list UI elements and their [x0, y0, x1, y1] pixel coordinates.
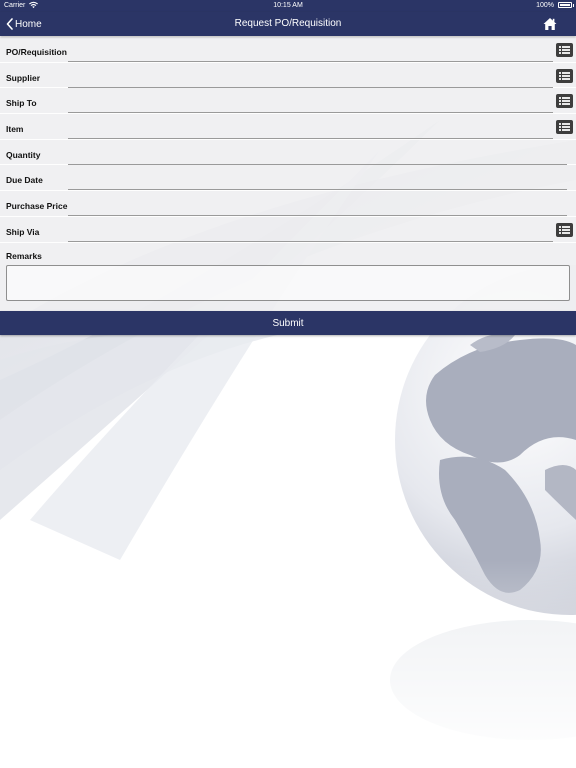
po-requisition-picker-button[interactable]: [556, 43, 573, 57]
ship-to-input[interactable]: [68, 92, 553, 114]
due-date-input[interactable]: [68, 169, 567, 191]
list-icon: [559, 97, 570, 106]
purchase-price-input[interactable]: [68, 195, 567, 217]
item-input[interactable]: [68, 118, 553, 140]
ship-via-input[interactable]: [68, 220, 553, 242]
battery-percentage: 100%: [536, 2, 554, 9]
item-picker-button[interactable]: [556, 120, 573, 135]
po-requisition-input[interactable]: [68, 41, 553, 62]
submit-button[interactable]: Submit: [0, 311, 576, 335]
list-icon: [559, 46, 570, 54]
list-icon: [559, 225, 570, 234]
supplier-picker-button[interactable]: [556, 68, 573, 83]
requisition-form: PO/Requisition Supplier Ship To Item Qua…: [0, 37, 576, 315]
remarks-textarea[interactable]: [6, 264, 570, 301]
field-label-item: Item: [6, 124, 24, 135]
field-row-supplier: Supplier: [0, 62, 576, 89]
field-row-po-requisition: PO/Requisition: [0, 37, 576, 63]
list-icon: [559, 71, 570, 80]
field-row-due-date: Due Date: [0, 165, 576, 192]
page-title: Request PO/Requisition: [234, 18, 342, 29]
field-row-ship-via: Ship Via: [0, 216, 576, 243]
status-time: 10:15 AM: [273, 2, 303, 9]
field-label-remarks: Remarks: [6, 250, 42, 261]
navigation-bar: Home Request PO/Requisition: [0, 12, 576, 36]
field-label-quantity: Quantity: [6, 149, 41, 160]
quantity-input[interactable]: [68, 143, 567, 165]
field-row-ship-to: Ship To: [0, 88, 576, 115]
battery-cap: [573, 4, 574, 7]
field-row-purchase-price: Purchase Price: [0, 191, 576, 217]
list-icon: [559, 123, 570, 132]
home-icon[interactable]: [543, 17, 557, 31]
field-row-remarks: Remarks: [0, 242, 576, 315]
field-label-due-date: Due Date: [6, 175, 43, 186]
field-label-supplier: Supplier: [6, 72, 41, 83]
field-label-ship-to: Ship To: [6, 98, 37, 109]
status-bar: Carrier 10:15 AM 100%: [0, 0, 576, 12]
ship-to-picker-button[interactable]: [556, 94, 573, 109]
supplier-input[interactable]: [68, 66, 553, 88]
field-label-ship-via: Ship Via: [6, 226, 40, 237]
ship-via-picker-button[interactable]: [556, 222, 573, 237]
field-row-item: Item: [0, 114, 576, 140]
battery-icon: [558, 2, 572, 8]
field-label-po-requisition: PO/Requisition: [6, 47, 67, 57]
field-row-quantity: Quantity: [0, 139, 576, 166]
field-label-purchase-price: Purchase Price: [6, 201, 68, 212]
